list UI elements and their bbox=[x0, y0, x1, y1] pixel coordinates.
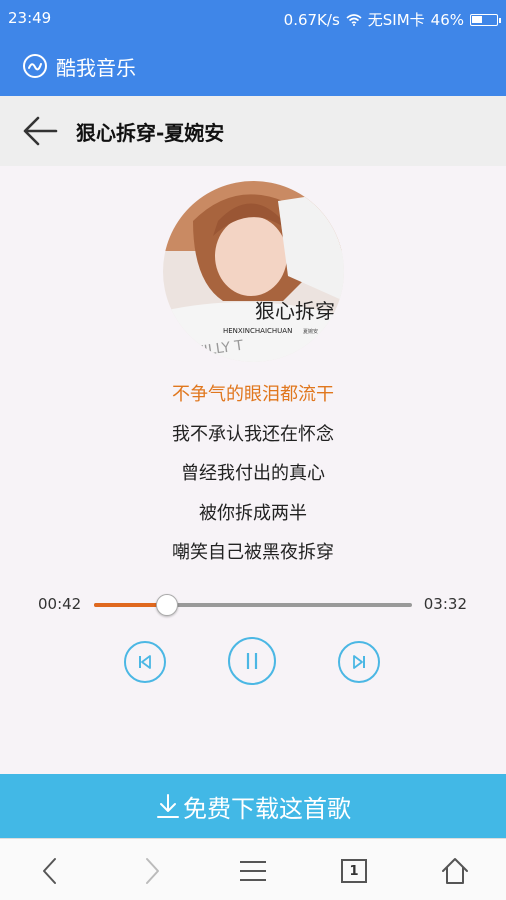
pause-button[interactable] bbox=[228, 637, 276, 685]
next-icon bbox=[353, 655, 365, 669]
cover-artist-art: 夏婉安 bbox=[303, 328, 318, 335]
lyric-line: 我不承认我还在怀念 bbox=[172, 423, 334, 445]
app-title: 酷我音乐 bbox=[56, 55, 136, 80]
lyric-line: 被你拆成两半 bbox=[199, 502, 307, 524]
player-area: WILLY T 狠心拆穿 HENXINCHAICHUAN 夏婉安 不争气的眼泪都… bbox=[0, 166, 506, 774]
arrow-left-icon[interactable] bbox=[20, 111, 60, 151]
previous-icon bbox=[139, 655, 151, 669]
status-time: 23:49 bbox=[8, 9, 52, 27]
battery-icon bbox=[470, 13, 501, 26]
nav-menu-button[interactable] bbox=[233, 851, 273, 891]
lyric-line: 不争气的眼泪都流干 bbox=[172, 384, 334, 405]
lyric-line: 嘲笑自己被黑夜拆穿 bbox=[172, 542, 334, 563]
album-cover-art: WILLY T 狠心拆穿 HENXINCHAICHUAN 夏婉安 bbox=[163, 181, 344, 362]
tabs-icon: 1 bbox=[341, 859, 367, 883]
status-bar: 23:49 0.67K/s 无SIM卡 46% bbox=[0, 0, 506, 36]
download-button[interactable]: 免费下载这首歌 bbox=[0, 774, 506, 838]
nav-forward-button[interactable] bbox=[132, 851, 172, 891]
back-icon bbox=[43, 858, 56, 884]
previous-button[interactable] bbox=[124, 641, 166, 683]
lyrics: 不争气的眼泪都流干 我不承认我还在怀念 曾经我付出的真心 被你拆成两半 嘲笑自己… bbox=[0, 380, 506, 578]
home-icon bbox=[442, 858, 468, 884]
cover-pinyin-art: HENXINCHAICHUAN bbox=[223, 327, 292, 335]
song-bar: 狠心拆穿-夏婉安 bbox=[0, 96, 506, 166]
next-button[interactable] bbox=[338, 641, 380, 683]
cover-title-art: 狠心拆穿 bbox=[255, 299, 335, 323]
nav-home-button[interactable] bbox=[435, 851, 475, 891]
song-title: 狠心拆穿-夏婉安 bbox=[76, 120, 225, 145]
kuwo-logo-icon[interactable] bbox=[22, 53, 48, 79]
total-time: 03:32 bbox=[423, 595, 467, 613]
progress-slider[interactable] bbox=[94, 594, 412, 616]
album-cover: WILLY T 狠心拆穿 HENXINCHAICHUAN 夏婉安 bbox=[163, 181, 344, 362]
lyric-line: 曾经我付出的真心 bbox=[181, 463, 325, 484]
download-icon bbox=[157, 794, 179, 818]
battery-fill bbox=[472, 15, 483, 23]
network-speed: 0.67K/s bbox=[283, 10, 340, 29]
tabs-count: 1 bbox=[349, 863, 359, 879]
nav-back-button[interactable] bbox=[30, 851, 70, 891]
battery-percent: 46% bbox=[430, 10, 464, 29]
pause-icon bbox=[246, 653, 258, 669]
nav-tabs-button[interactable]: 1 bbox=[334, 851, 374, 891]
sim-status: 无SIM卡 bbox=[367, 11, 425, 29]
download-label: 免费下载这首歌 bbox=[183, 794, 351, 823]
browser-nav-bar: 1 bbox=[0, 838, 506, 900]
forward-icon bbox=[146, 858, 159, 884]
status-right: 0.67K/s 无SIM卡 46% bbox=[283, 9, 501, 30]
current-time: 00:42 bbox=[38, 595, 82, 613]
app-bar: 酷我音乐 bbox=[0, 36, 506, 96]
progress-knob[interactable] bbox=[156, 594, 179, 616]
menu-icon bbox=[240, 861, 266, 881]
wifi-icon bbox=[346, 13, 362, 26]
